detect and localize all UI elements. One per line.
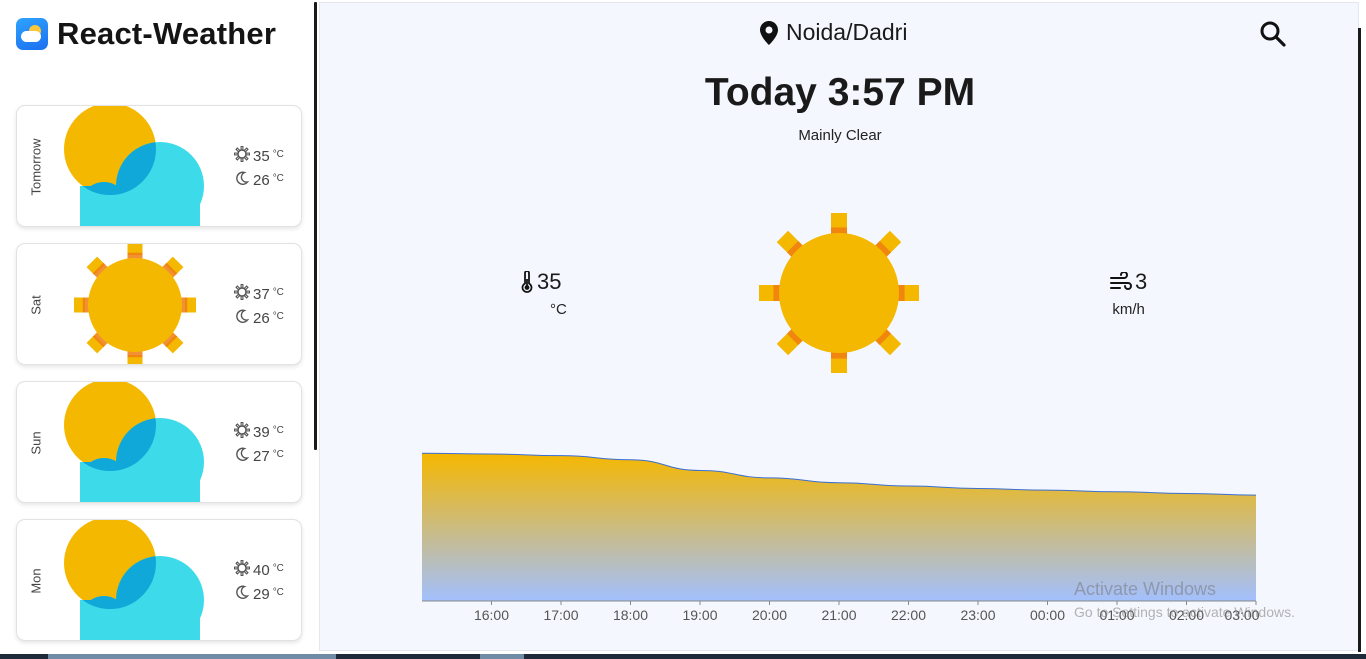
low-temp-value: 29 [253,585,270,603]
low-temp: 26 °C [234,168,284,192]
forecast-day-label: Sat [28,295,44,315]
temperature-unit: °C [550,301,567,318]
wind-icon [1110,272,1132,290]
temperature-area [422,453,1256,601]
sun-outline-icon [233,421,251,442]
low-temp: 27 °C [234,444,284,468]
taskbar [0,654,1366,659]
location: Noida/Dadri [760,19,907,46]
sun-outline-icon [233,145,251,166]
high-temp: 39 °C [233,420,284,444]
temp-unit: °C [272,586,284,598]
wind-value: 3 [1135,269,1148,294]
high-temp: 37 °C [233,282,284,306]
temp-unit: °C [272,424,284,436]
moon-icon [234,308,250,328]
low-temp: 26 °C [234,306,284,330]
high-temp-value: 35 [253,147,270,165]
x-tick-label: 19:00 [682,607,717,623]
moon-icon [234,584,250,604]
partly-cloudy-icon [62,106,212,226]
current-temperature: 35 °C [520,269,567,318]
low-temp-value: 26 [253,171,270,189]
forecast-temps: 39 °C 27 °C [233,420,284,468]
low-temp-value: 27 [253,447,270,465]
wind-unit: km/h [1112,301,1145,318]
forecast-card-sat[interactable]: Sat 37 °C 26 °C [16,243,302,365]
x-tick-label: 16:00 [474,607,509,623]
moon-icon [234,170,250,190]
thermometer-icon [521,271,533,293]
current-time-heading: Today 3:57 PM [704,71,976,114]
high-temp-value: 40 [253,561,270,579]
forecast-temps: 35 °C 26 °C [233,144,284,192]
forecast-sidebar: React-Weather Tomorrow 35 °C 26 °C Sat 3… [0,0,318,659]
x-tick-label: 21:00 [821,607,856,623]
moon-icon [234,446,250,466]
x-tick-label: 18:00 [613,607,648,623]
current-weather-panel: Noida/Dadri Today 3:57 PM Mainly Clear 3… [319,2,1359,651]
low-temp-value: 26 [253,309,270,327]
forecast-temps: 37 °C 26 °C [233,282,284,330]
high-temp: 35 °C [233,144,284,168]
temp-unit: °C [272,562,284,574]
sun-outline-icon [233,559,251,580]
x-tick-label: 20:00 [752,607,787,623]
sunny-icon [62,244,212,364]
forecast-day-label: Mon [28,568,44,594]
forecast-day-label: Tomorrow [28,138,44,196]
app-title: React-Weather [57,16,277,51]
x-tick-label: 03:00 [1224,607,1259,623]
sun-outline-icon [233,283,251,304]
x-tick-label: 00:00 [1030,607,1065,623]
high-temp: 40 °C [233,558,284,582]
temp-unit: °C [272,286,284,298]
partly-cloudy-icon [62,382,212,502]
current-wind: 3 km/h [1110,269,1147,318]
brand: React-Weather [16,16,276,52]
forecast-card-tomorrow[interactable]: Tomorrow 35 °C 26 °C [16,105,302,227]
high-temp-value: 39 [253,423,270,441]
hourly-temperature-chart: 16:00 17:00 18:00 19:00 20:00 21:00 22:00 23:00… [421,452,1260,623]
temperature-value: 35 [537,269,562,294]
page-scrollbar[interactable] [1358,28,1361,652]
weather-description: Mainly Clear [798,127,882,144]
forecast-day-label: Sun [28,431,44,455]
forecast-temps: 40 °C 29 °C [233,558,284,606]
x-tick-label: 17:00 [543,607,578,623]
temp-unit: °C [272,172,284,184]
temp-unit: °C [272,148,284,160]
temp-unit: °C [272,310,284,322]
high-temp-value: 37 [253,285,270,303]
sunny-icon [759,213,919,373]
x-tick-label: 01:00 [1099,607,1134,623]
location-name: Noida/Dadri [786,19,908,45]
search-button[interactable] [1258,19,1288,49]
app-root: React-Weather Tomorrow 35 °C 26 °C Sat 3… [0,0,1366,659]
forecast-card-mon[interactable]: Mon 40 °C 29 °C [16,519,302,641]
x-tick-label: 22:00 [891,607,926,623]
partly-cloudy-icon [62,520,212,640]
search-icon [1260,21,1286,47]
x-tick-label: 02:00 [1169,607,1204,623]
x-tick-label: 23:00 [960,607,995,623]
temp-unit: °C [272,448,284,460]
map-pin-icon [760,20,778,45]
sidebar-scrollbar[interactable] [314,2,317,450]
low-temp: 29 °C [234,582,284,606]
weather-logo-icon [16,18,48,50]
forecast-card-sun[interactable]: Sun 39 °C 27 °C [16,381,302,503]
